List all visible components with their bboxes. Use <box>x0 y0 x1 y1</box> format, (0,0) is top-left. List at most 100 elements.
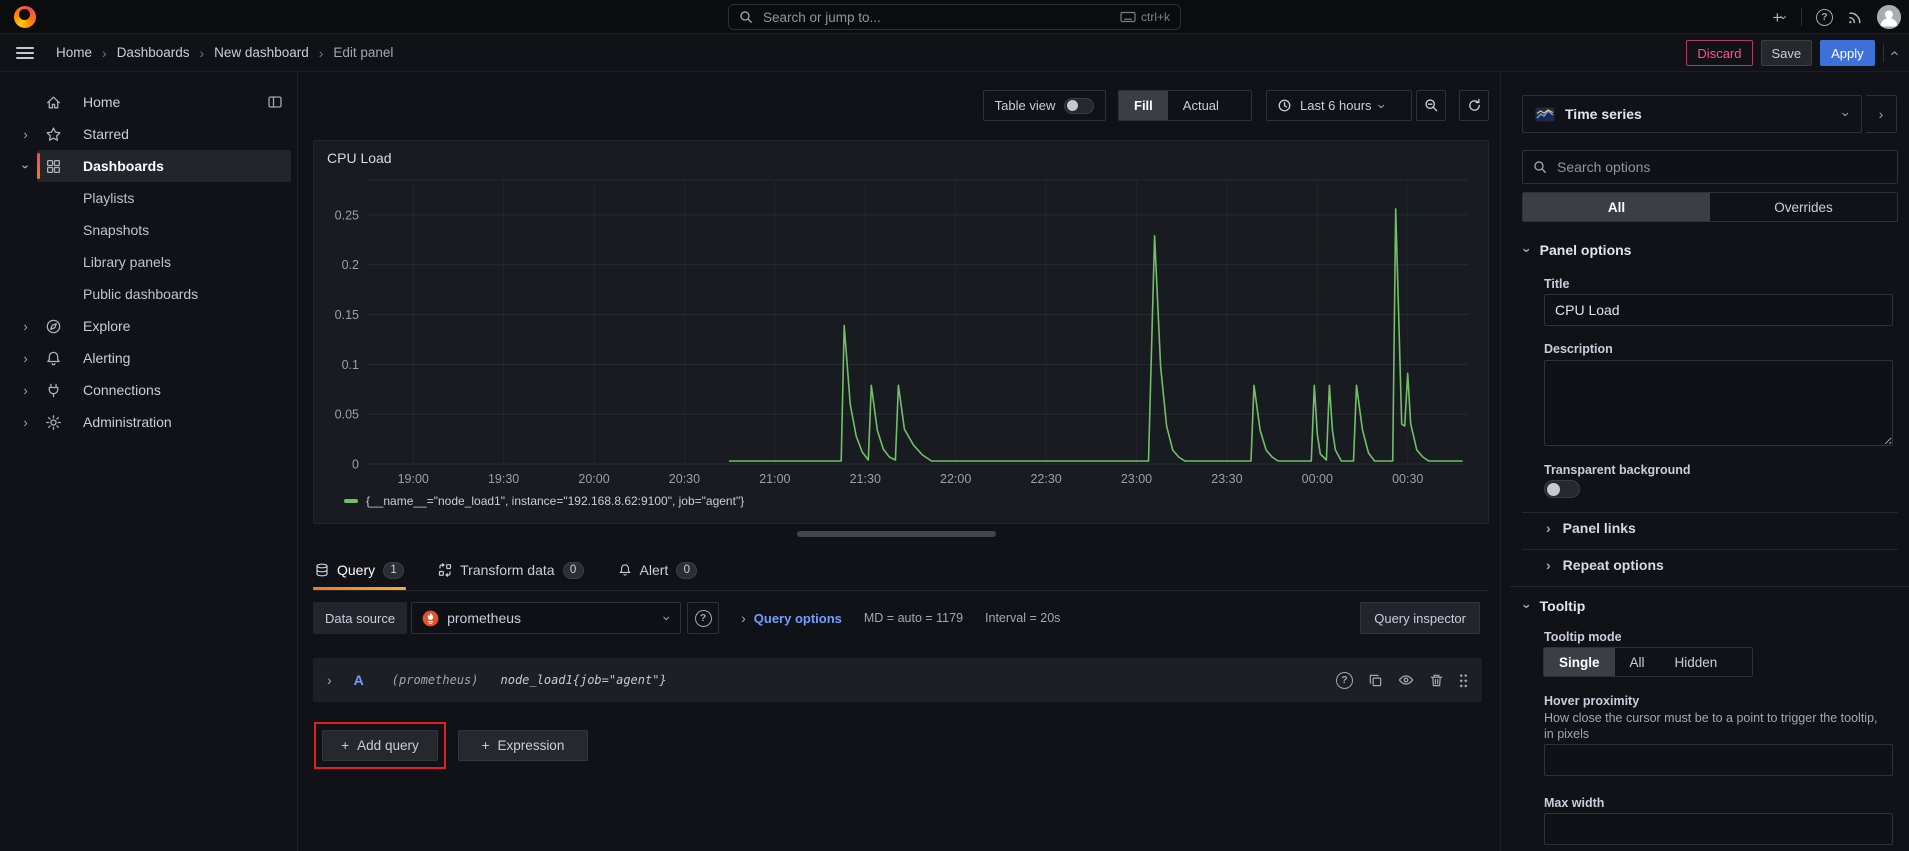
sidebar-item-library-panels[interactable]: Library panels <box>0 246 297 278</box>
pane-splitter[interactable] <box>1500 72 1510 851</box>
svg-text:21:30: 21:30 <box>850 472 881 486</box>
svg-text:23:00: 23:00 <box>1121 472 1152 486</box>
panel-title-input[interactable] <box>1544 294 1893 326</box>
sidebar-item-dashboards[interactable]: ›Dashboards <box>0 150 297 182</box>
drag-handle-icon[interactable] <box>1459 673 1468 688</box>
tooltip-mode-single[interactable]: Single <box>1544 648 1615 676</box>
bell-icon <box>43 350 63 367</box>
trash-icon[interactable] <box>1429 673 1444 688</box>
sidebar-item-snapshots[interactable]: Snapshots <box>0 214 297 246</box>
chevron-down-icon[interactable]: › <box>19 149 32 184</box>
discard-button[interactable]: Discard <box>1686 40 1752 66</box>
chevron-down-icon: › <box>1521 248 1535 253</box>
news-button[interactable] <box>1847 9 1863 25</box>
chevron-down-icon: › <box>661 616 675 621</box>
hover-proximity-label: Hover proximity <box>1544 694 1639 708</box>
chevron-right-icon[interactable]: › <box>8 416 43 429</box>
chevron-right-icon[interactable]: › <box>8 352 43 365</box>
legend-marker <box>344 499 358 503</box>
sidebar-item-home[interactable]: Home <box>0 86 297 118</box>
options-search-input[interactable] <box>1555 158 1887 176</box>
tab-transform-data[interactable]: Transform data 0 <box>436 550 585 590</box>
sidebar-item-label: Snapshots <box>83 222 149 238</box>
chevron-right-icon[interactable]: › <box>8 320 43 333</box>
apply-button[interactable]: Apply <box>1820 40 1875 66</box>
home-icon <box>43 94 63 111</box>
time-range-picker[interactable]: Last 6 hours › <box>1266 90 1412 121</box>
sidebar-item-label: Connections <box>83 382 161 398</box>
refresh-icon <box>1467 98 1482 113</box>
chevron-right-icon: › <box>1546 521 1551 535</box>
breadcrumb-item-home[interactable]: Home <box>56 45 92 60</box>
sidebar-item-public-dashboards[interactable]: Public dashboards <box>0 278 297 310</box>
database-icon <box>315 563 329 577</box>
tab-query[interactable]: Query 1 <box>313 550 406 590</box>
chevron-right-icon[interactable]: › <box>8 384 43 397</box>
horizontal-scrollbar[interactable] <box>797 531 996 537</box>
breadcrumb-item-new-dashboard[interactable]: New dashboard <box>214 45 309 60</box>
chart-legend[interactable]: {__name__="node_load1", instance="192.16… <box>344 494 1488 508</box>
visualization-picker[interactable]: Time series › <box>1522 95 1862 133</box>
help-button[interactable]: ? <box>1816 9 1833 26</box>
sidebar-item-connections[interactable]: › Connections <box>0 374 297 406</box>
max-width-input[interactable] <box>1544 813 1893 845</box>
tooltip-section[interactable]: › Tooltip <box>1525 598 1585 614</box>
panel-links-section[interactable]: › Panel links <box>1546 520 1636 536</box>
query-inspector-button[interactable]: Query inspector <box>1360 602 1480 634</box>
svg-text:21:00: 21:00 <box>759 472 790 486</box>
zoom-out-icon <box>1424 98 1439 113</box>
sidebar-item-administration[interactable]: ›Administration <box>0 406 297 438</box>
search-input[interactable] <box>761 9 1112 26</box>
expand-query-icon[interactable]: › <box>327 673 332 687</box>
sidebar-item-label: Explore <box>83 318 130 334</box>
query-options-toggle[interactable]: › Query options <box>741 611 842 626</box>
query-row-a[interactable]: › A (prometheus) node_load1{job="agent"}… <box>313 658 1482 702</box>
eye-icon[interactable] <box>1398 672 1414 688</box>
plus-icon: + <box>482 738 490 753</box>
max-width-label: Max width <box>1544 796 1604 810</box>
datasource-help-button[interactable]: ? <box>687 602 719 634</box>
table-view-toggle[interactable] <box>1064 98 1094 114</box>
options-search[interactable] <box>1522 150 1898 184</box>
actual-option[interactable]: Actual <box>1168 91 1234 120</box>
sidebar-item-explore[interactable]: › Explore <box>0 310 297 342</box>
sidebar-item-playlists[interactable]: Playlists <box>0 182 297 214</box>
svg-text:00:00: 00:00 <box>1302 472 1333 486</box>
tooltip-mode-all[interactable]: All <box>1615 648 1660 676</box>
query-help-icon[interactable]: ? <box>1336 672 1353 689</box>
refresh-button[interactable] <box>1459 90 1489 121</box>
datasource-label: Data source <box>313 602 407 634</box>
grafana-logo-icon[interactable] <box>14 6 36 28</box>
tab-alert[interactable]: Alert 0 <box>616 550 700 590</box>
cpu-load-panel[interactable]: CPU Load 00.050.10.150.20.2519:0019:3020… <box>313 140 1489 524</box>
panel-options-section[interactable]: › Panel options <box>1525 242 1631 258</box>
transparent-background-toggle[interactable] <box>1544 480 1580 498</box>
viz-suggestions-button[interactable]: › <box>1866 95 1897 133</box>
hover-proximity-input[interactable] <box>1544 744 1893 776</box>
expression-button[interactable]: + Expression <box>458 730 588 761</box>
sidebar-item-alerting[interactable]: ›Alerting <box>0 342 297 374</box>
global-search[interactable]: ctrl+k <box>728 4 1181 30</box>
tab-overrides[interactable]: Overrides <box>1710 193 1897 221</box>
zoom-out-button[interactable] <box>1416 90 1446 121</box>
collapse-header-icon[interactable]: › <box>1886 51 1902 56</box>
user-menu-button[interactable] <box>1877 5 1901 29</box>
add-menu-button[interactable]: + › <box>1772 9 1787 26</box>
fill-option[interactable]: Fill <box>1119 91 1168 120</box>
sidebar-item-starred[interactable]: ›Starred <box>0 118 297 150</box>
datasource-picker[interactable]: prometheus › <box>411 602 681 634</box>
tooltip-mode-hidden[interactable]: Hidden <box>1660 648 1733 676</box>
dock-menu-icon[interactable] <box>267 94 283 110</box>
save-button[interactable]: Save <box>1761 40 1813 66</box>
breadcrumb-item-dashboards[interactable]: Dashboards <box>117 45 190 60</box>
cpu-load-chart[interactable]: 00.050.10.150.20.2519:0019:3020:0020:302… <box>318 170 1478 492</box>
menu-toggle-icon[interactable] <box>16 47 34 59</box>
panel-description-input[interactable] <box>1544 360 1893 446</box>
duplicate-icon[interactable] <box>1368 673 1383 688</box>
query-datasource-hint: (prometheus) <box>392 673 479 687</box>
chevron-right-icon[interactable]: › <box>8 128 43 141</box>
plug-icon <box>43 382 63 399</box>
repeat-options-section[interactable]: › Repeat options <box>1546 557 1664 573</box>
tab-all[interactable]: All <box>1523 193 1710 221</box>
add-query-button[interactable]: + Add query <box>322 730 438 761</box>
